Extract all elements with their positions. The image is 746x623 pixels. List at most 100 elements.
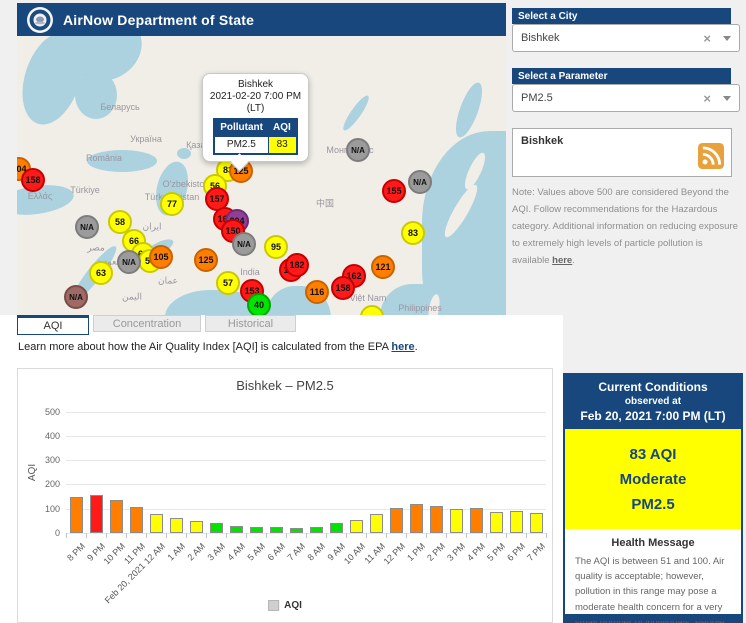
popup-city: Bishkek: [237, 79, 273, 90]
aqi-bar: [109, 499, 123, 533]
conditions-aqi-value: 83 AQI: [629, 446, 677, 463]
map-marker[interactable]: N/A: [117, 250, 141, 274]
aqi-bar: [529, 512, 543, 533]
aqi-bar: [369, 513, 383, 533]
note-after: .: [572, 255, 575, 267]
map-marker[interactable]: N/A: [75, 215, 99, 239]
select-parameter-header: Select a Parameter: [512, 68, 731, 84]
clear-city-icon[interactable]: ×: [703, 31, 711, 46]
map-marker[interactable]: N/A: [408, 170, 432, 194]
chart-tabs: AQI Concentration Historical: [17, 315, 296, 337]
map-marker[interactable]: 116: [305, 280, 329, 304]
island-taiwan: [406, 263, 421, 282]
map-marker[interactable]: 57: [216, 271, 240, 295]
aqi-chart: Bishkek – PM2.5 AQI 0 100 200 300 400 500 8 PM…: [17, 368, 553, 623]
y-axis-tick: 0: [54, 528, 60, 538]
water-aral: [177, 148, 191, 159]
aqi-bar: [469, 507, 483, 533]
map-marker[interactable]: 63: [89, 261, 113, 285]
aqi-bar: [409, 504, 423, 533]
aqi-bar: [69, 497, 83, 533]
department-of-state-seal-icon: [27, 6, 53, 33]
conditions-footer-bar: [565, 614, 741, 621]
map-popup: Bishkek 2021-02-20 7:00 PM (LT) Pollutan…: [202, 73, 309, 172]
chart-title: Bishkek – PM2.5: [236, 378, 334, 393]
x-axis-tick: [246, 533, 247, 538]
map-place-label: 中国: [315, 198, 335, 209]
x-axis-label: 10 PM: [101, 541, 128, 567]
map-marker[interactable]: 155: [382, 179, 406, 203]
popup-pollutant-value: PM2.5: [213, 136, 269, 155]
map-marker[interactable]: 121: [371, 255, 395, 279]
tab-historical[interactable]: Historical: [205, 315, 296, 332]
tab-aqi[interactable]: AQI: [17, 315, 89, 335]
aqi-bar: [489, 511, 503, 533]
learn-more-after: .: [414, 341, 418, 353]
map-marker[interactable]: 95: [264, 235, 288, 259]
aqi-bar: [389, 507, 403, 533]
x-axis-tick: [186, 533, 187, 538]
rss-icon[interactable]: [698, 143, 724, 169]
x-axis-label: 4 AM: [225, 541, 248, 563]
rss-feed-box: Bishkek: [512, 128, 732, 177]
map-marker[interactable]: 158: [21, 168, 45, 192]
x-axis-tick: [526, 533, 527, 538]
x-axis-label: 3 PM: [445, 541, 468, 563]
aqi-bar: [449, 509, 463, 533]
x-axis-tick: [326, 533, 327, 538]
map-marker[interactable]: 158: [331, 276, 355, 300]
aqi-bar: [89, 494, 103, 533]
y-axis-tick: 400: [44, 430, 60, 441]
y-axis-tick: 200: [44, 479, 60, 490]
map-marker[interactable]: 77: [160, 192, 184, 216]
conditions-aqi-box: 83 AQI Moderate PM2.5: [565, 429, 741, 529]
learn-more-link[interactable]: here: [391, 341, 414, 353]
popup-timezone: (LT): [246, 103, 265, 114]
aqi-map[interactable]: БеларусьУкраїнаRomâniaΕλλάςTürkiyeҚазақс…: [17, 36, 506, 315]
map-marker[interactable]: N/A: [346, 138, 370, 162]
x-axis-label: 2 PM: [425, 541, 448, 563]
city-select[interactable]: Bishkek ×: [512, 24, 740, 52]
map-marker[interactable]: 182: [285, 253, 309, 277]
popup-datetime: 2021-02-20 7:00 PM: [209, 91, 302, 102]
aqi-bar: [229, 525, 243, 533]
aqi-bar: [249, 526, 263, 533]
gridline: [66, 484, 546, 486]
app-title: AirNow Department of State: [63, 11, 255, 28]
parameter-select-value: PM2.5: [521, 92, 553, 104]
popup-col-aqi: AQI: [268, 119, 297, 137]
chevron-down-icon[interactable]: [723, 35, 731, 41]
parameter-select[interactable]: PM2.5 ×: [512, 84, 740, 112]
x-axis-tick: [426, 533, 427, 538]
x-axis-tick: [106, 533, 107, 538]
aqi-bar: [309, 526, 323, 533]
map-marker[interactable]: N/A: [64, 285, 88, 309]
learn-more-text: Learn more about how the Air Quality Ind…: [18, 341, 418, 353]
current-conditions-panel: Current Conditions observed at Feb 20, 2…: [563, 373, 743, 623]
x-axis-label: 7 AM: [285, 541, 308, 563]
water-baltic-3: [75, 71, 117, 119]
map-marker[interactable]: N/A: [232, 232, 256, 256]
tab-concentration[interactable]: Concentration: [93, 315, 201, 332]
legend-label: AQI: [284, 600, 302, 611]
x-axis-tick: [266, 533, 267, 538]
conditions-aqi-parameter: PM2.5: [631, 496, 675, 513]
gridline: [66, 435, 546, 437]
x-axis-label: 8 AM: [305, 541, 328, 563]
x-axis-tick: [286, 533, 287, 538]
map-marker[interactable]: 83: [401, 221, 425, 245]
aqi-note: Note: Values above 500 are considered Be…: [512, 184, 742, 269]
popup-col-pollutant: Pollutant: [214, 119, 268, 137]
map-marker[interactable]: 125: [194, 248, 218, 272]
x-axis-tick: [366, 533, 367, 538]
note-link[interactable]: here: [552, 255, 572, 266]
conditions-datetime: Feb 20, 2021 7:00 PM (LT): [580, 409, 726, 423]
map-marker[interactable]: 105: [149, 245, 173, 269]
x-axis-tick: [226, 533, 227, 538]
map-marker[interactable]: 40: [247, 293, 271, 315]
chevron-down-icon[interactable]: [723, 95, 731, 101]
health-message-title: Health Message: [611, 537, 695, 549]
clear-parameter-icon[interactable]: ×: [703, 91, 711, 106]
popup-aqi-value: 83: [267, 136, 298, 155]
aqi-bar: [329, 522, 343, 533]
